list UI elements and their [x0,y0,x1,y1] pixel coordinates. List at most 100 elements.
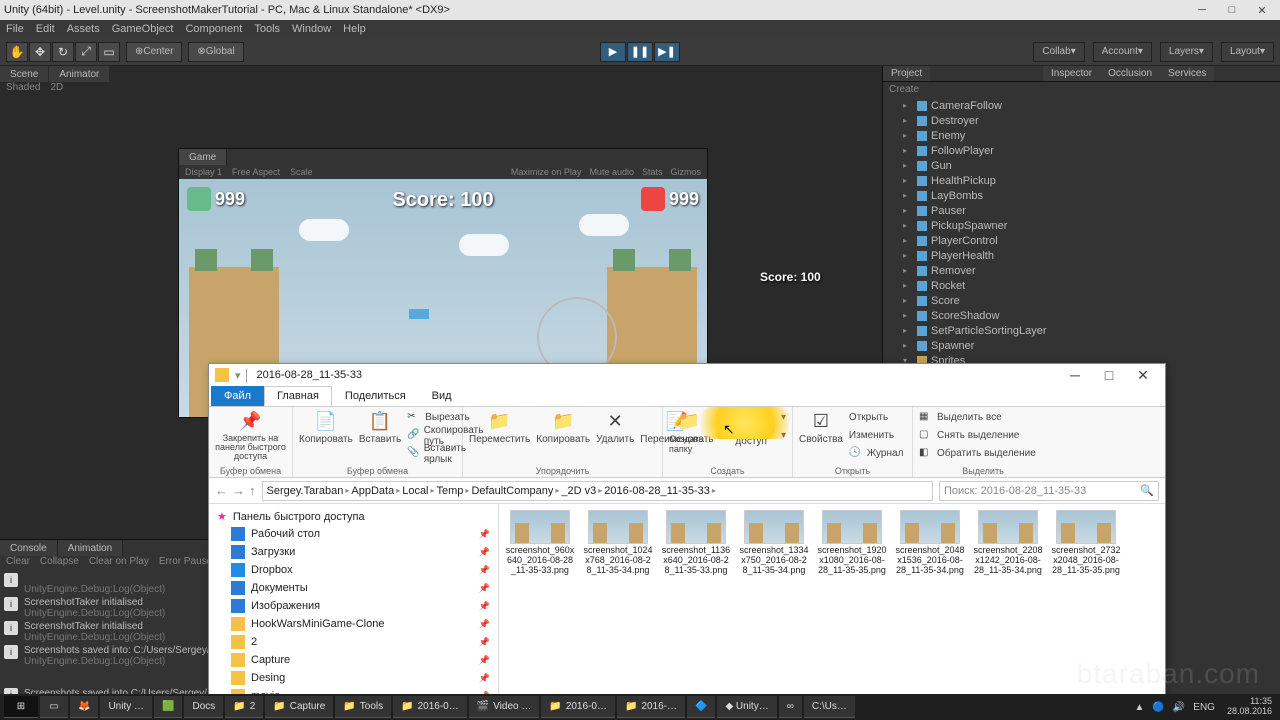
copyto-button[interactable]: 📁Копировать [536,409,590,445]
quick-access[interactable]: ★Панель быстрого доступа [209,508,498,525]
move-tool[interactable]: ✥ [29,42,51,62]
up-button[interactable]: ↑ [249,483,256,498]
taskbar-app[interactable]: 🎬 Video … [469,696,540,718]
rect-tool[interactable]: ▭ [98,42,120,62]
file-item[interactable]: screenshot_2208x1242_2016-08-28_11-35-34… [973,510,1043,576]
menu-item[interactable]: Window [292,23,331,35]
taskbar-app[interactable]: C:\Us… [804,696,855,718]
start-button[interactable]: ⊞ [4,696,38,718]
clear-button[interactable]: Clear [6,556,30,570]
tree-item[interactable]: ▸Pauser [883,203,1280,218]
tree-item[interactable]: ▸CameraFollow [883,98,1280,113]
menu-item[interactable]: GameObject [112,23,174,35]
account-dropdown[interactable]: Account ▾ [1093,42,1152,62]
taskbar-app[interactable]: 🟩 [154,696,182,718]
nav-item[interactable]: Рабочий стол📌 [209,525,498,543]
selectall-button[interactable]: ▦Выделить все [919,409,1036,426]
nav-item[interactable]: 2📌 [209,633,498,651]
file-item[interactable]: screenshot_2048x1536_2016-08-28_11-35-34… [895,510,965,576]
taskbar-app[interactable]: 🦊 [70,696,98,718]
display-select[interactable]: Display 1 [185,167,222,177]
tree-item[interactable]: ▸SetParticleSortingLayer [883,323,1280,338]
project-tab[interactable]: Project [883,66,930,81]
taskbar-app[interactable]: 📁 2016-0… [393,696,467,718]
taskbar-app[interactable]: 📁 2 [225,696,263,718]
services-tab[interactable]: Services [1160,66,1214,81]
file-item[interactable]: screenshot_1024x768_2016-08-28_11-35-34.… [583,510,653,576]
create-menu[interactable]: Create [889,84,919,95]
file-item[interactable]: screenshot_1334x750_2016-08-28_11-35-34.… [739,510,809,576]
game-tab[interactable]: Game [179,149,227,165]
tree-item[interactable]: ▸Gun [883,158,1280,173]
tree-item[interactable]: ▸HealthPickup [883,173,1280,188]
explorer-close[interactable]: ✕ [1127,365,1159,385]
file-item[interactable]: screenshot_1136x640_2016-08-28_11-35-33.… [661,510,731,576]
crumb[interactable]: AppData ▸ [351,485,400,497]
pin-button[interactable]: 📌Закрепить на панели быстрого доступа [215,409,286,461]
aspect-select[interactable]: Free Aspect [232,167,280,177]
tree-item[interactable]: ▸FollowPlayer [883,143,1280,158]
tree-item[interactable]: ▸Destroyer [883,113,1280,128]
tree-item[interactable]: ▸Rocket [883,278,1280,293]
tree-item[interactable]: ▸ScoreShadow [883,308,1280,323]
2d-toggle[interactable]: 2D [50,82,63,96]
crumb[interactable]: 2016-08-28_11-35-33 ▸ [604,485,716,497]
console-tab[interactable]: Console [0,540,58,556]
tree-item[interactable]: ▸PlayerControl [883,233,1280,248]
menu-item[interactable]: Edit [36,23,55,35]
ribbon-tab-share[interactable]: Поделиться [332,386,419,406]
tray-icon[interactable]: ▲ [1134,702,1144,713]
file-item[interactable]: screenshot_2732x2048_2016-08-28_11-35-35… [1051,510,1121,576]
maximize-button[interactable]: □ [1218,1,1246,19]
explorer-minimize[interactable]: ─ [1059,365,1091,385]
file-item[interactable]: screenshot_960x640_2016-08-28_11-35-33.p… [505,510,575,576]
animation-tab[interactable]: Animation [58,540,123,556]
scene-tab[interactable]: Scene [0,66,48,82]
minimize-button[interactable]: ─ [1188,1,1216,19]
shading-mode[interactable]: Shaded [6,82,40,96]
nav-item[interactable]: HookWarsMiniGame-Clone📌 [209,615,498,633]
taskbar-app[interactable]: Unity … [100,696,152,718]
taskbar-app[interactable]: ◆ Unity… [717,696,776,718]
nav-item[interactable]: Desing📌 [209,669,498,687]
occlusion-tab[interactable]: Occlusion [1100,66,1160,81]
pause-button[interactable]: ❚❚ [627,42,653,62]
forward-button[interactable]: → [232,483,245,498]
nav-item[interactable]: Capture📌 [209,651,498,669]
taskbar-app[interactable]: 📁 2016-… [617,696,685,718]
explorer-maximize[interactable]: □ [1093,365,1125,385]
tray-icon[interactable]: 🔊 [1173,702,1185,713]
step-button[interactable]: ▶❚ [654,42,680,62]
menu-item[interactable]: File [6,23,24,35]
back-button[interactable]: ← [215,483,228,498]
crumb[interactable]: Local ▸ [402,485,434,497]
breadcrumb[interactable]: Sergey.Taraban ▸AppData ▸Local ▸Temp ▸De… [262,481,934,501]
nav-item[interactable]: Изображения📌 [209,597,498,615]
edit-button[interactable]: Изменить [849,427,904,444]
hand-tool[interactable]: ✋ [6,42,28,62]
tree-item[interactable]: ▸PlayerHealth [883,248,1280,263]
selectinvert-button[interactable]: ◧Обратить выделение [919,445,1036,462]
ribbon-tab-home[interactable]: Главная [264,386,332,406]
search-input[interactable]: Поиск: 2016-08-28_11-35-33🔍 [939,481,1159,501]
tree-item[interactable]: ▸LayBombs [883,188,1280,203]
open-button[interactable]: Открыть [849,409,904,426]
file-item[interactable]: screenshot_1920x1080_2016-08-28_11-35-35… [817,510,887,576]
inspector-tab[interactable]: Inspector [1043,66,1100,81]
taskview-button[interactable]: ▭ [40,696,68,718]
ribbon-tab-file[interactable]: Файл [211,386,264,406]
clear-on-play-toggle[interactable]: Clear on Play [89,556,149,570]
crumb[interactable]: DefaultCompany ▸ [471,485,559,497]
maximize-toggle[interactable]: Maximize on Play [511,167,582,177]
collapse-toggle[interactable]: Collapse [40,556,79,570]
tray-clock[interactable]: 11:3528.08.2016 [1223,697,1276,717]
nav-item[interactable]: Загрузки📌 [209,543,498,561]
crumb[interactable]: Temp ▸ [437,485,470,497]
stats-toggle[interactable]: Stats [642,167,663,177]
delete-button[interactable]: ✕Удалить [596,409,634,445]
tree-item[interactable]: ▸Remover [883,263,1280,278]
taskbar-app[interactable]: 📁 2016-0… [541,696,615,718]
layout-dropdown[interactable]: Layout ▾ [1221,42,1274,62]
tree-item[interactable]: ▸Enemy [883,128,1280,143]
collab-dropdown[interactable]: Collab ▾ [1033,42,1084,62]
